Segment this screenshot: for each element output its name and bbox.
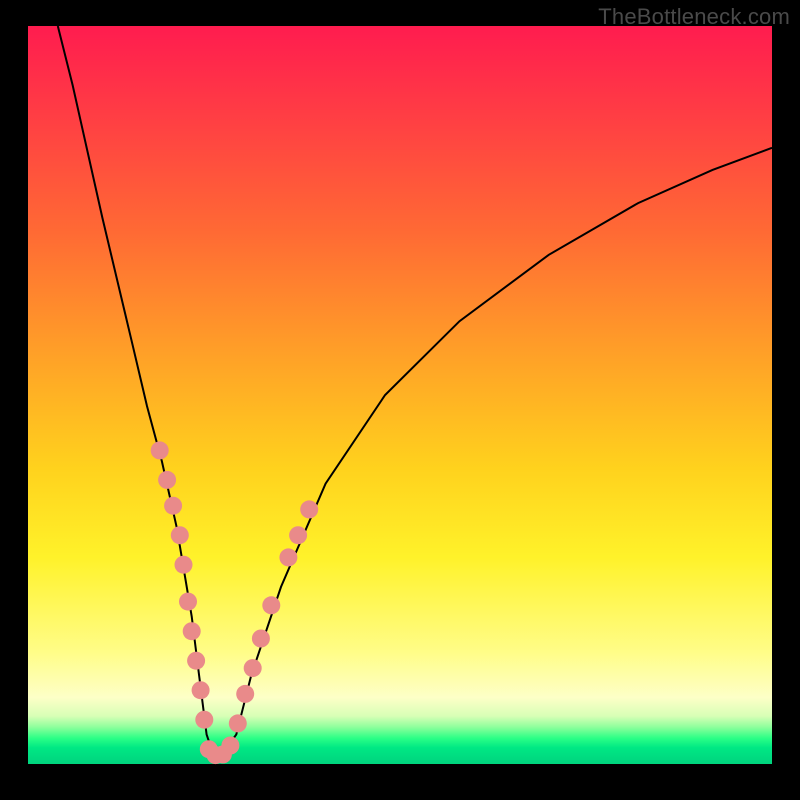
data-marker (244, 659, 262, 677)
chart-frame: TheBottleneck.com (0, 0, 800, 800)
data-marker (289, 526, 307, 544)
data-marker (195, 711, 213, 729)
data-marker (179, 593, 197, 611)
data-marker (252, 630, 270, 648)
data-marker (262, 596, 280, 614)
data-marker (221, 737, 239, 755)
data-marker (164, 497, 182, 515)
data-marker (300, 500, 318, 518)
data-marker (187, 652, 205, 670)
bottleneck-curve (58, 26, 772, 757)
curve-layer (28, 26, 772, 764)
data-marker (175, 556, 193, 574)
data-marker (151, 441, 169, 459)
data-marker (183, 622, 201, 640)
watermark-text: TheBottleneck.com (598, 4, 790, 30)
data-markers (151, 441, 319, 764)
data-marker (279, 548, 297, 566)
plot-area (28, 26, 772, 764)
data-marker (229, 714, 247, 732)
data-marker (158, 471, 176, 489)
data-marker (192, 681, 210, 699)
data-marker (236, 685, 254, 703)
data-marker (171, 526, 189, 544)
